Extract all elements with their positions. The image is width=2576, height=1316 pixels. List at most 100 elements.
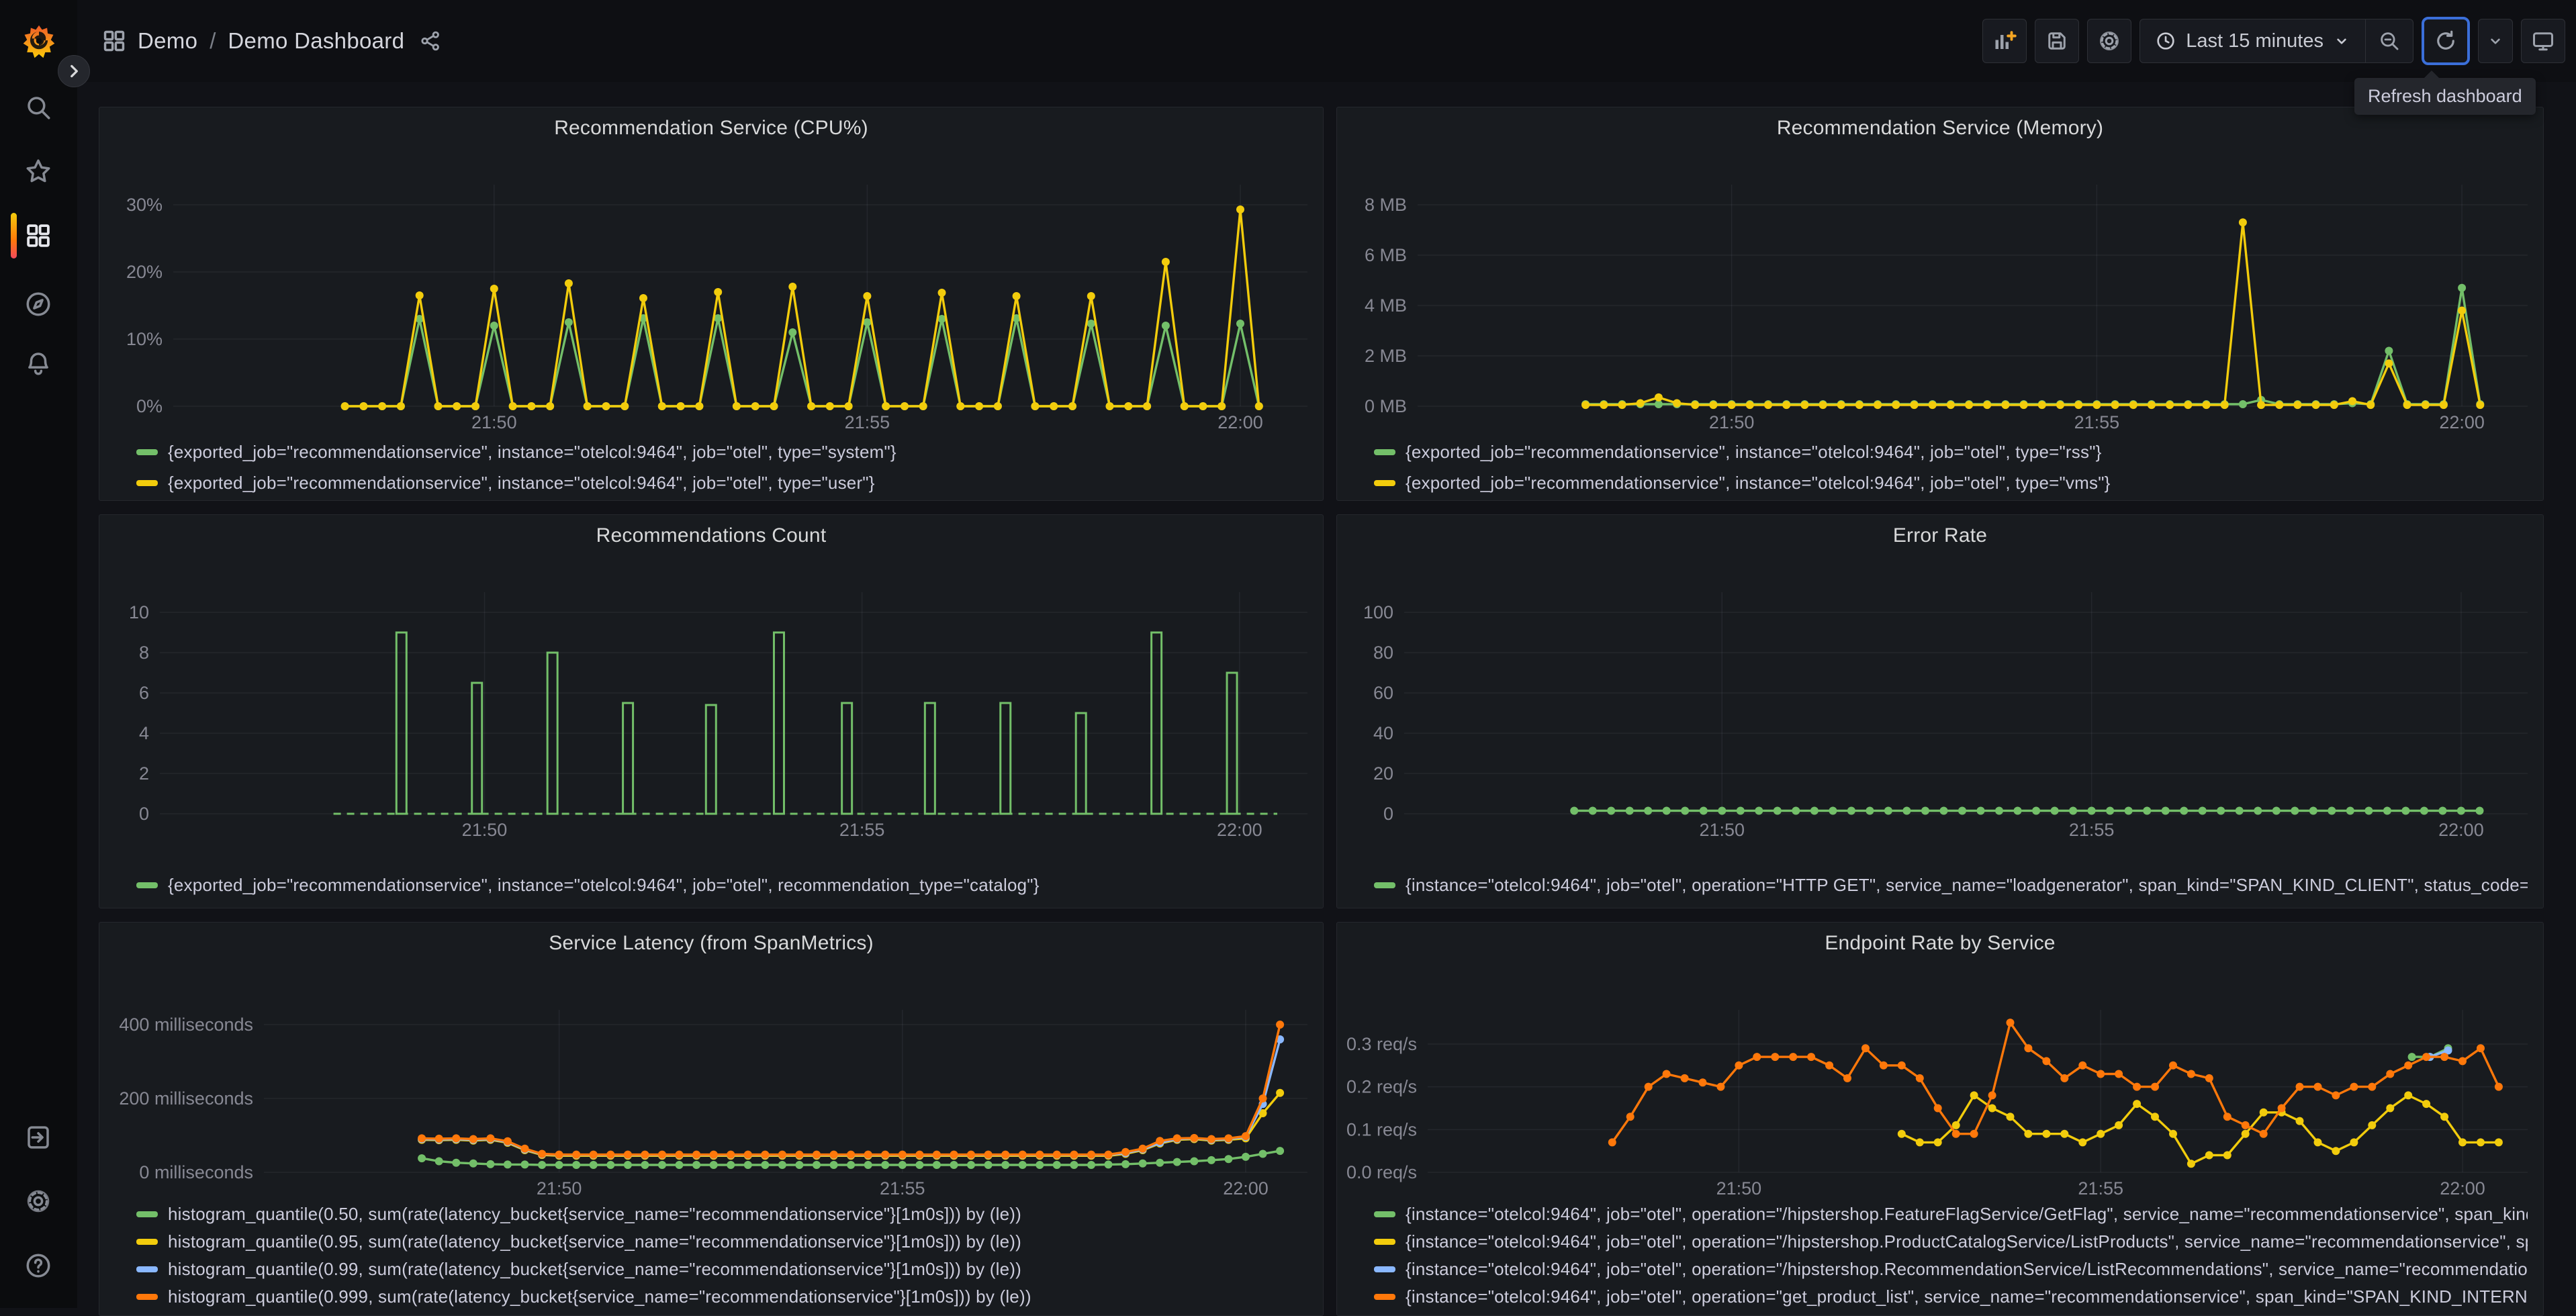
- time-range-label: Last 15 minutes: [2186, 30, 2324, 52]
- legend-item[interactable]: histogram_quantile(0.99, sum(rate(latenc…: [136, 1259, 1307, 1280]
- sidebar-item-dashboards[interactable]: [24, 222, 52, 250]
- svg-text:0: 0: [139, 804, 149, 824]
- legend-swatch: [1374, 449, 1395, 455]
- refresh-interval-button[interactable]: [2478, 19, 2513, 63]
- svg-text:6 MB: 6 MB: [1365, 245, 1407, 265]
- legend-item[interactable]: {exported_job="recommendationservice", i…: [1374, 473, 2528, 493]
- legend-swatch: [1374, 1294, 1395, 1300]
- legend-swatch: [1374, 480, 1395, 486]
- svg-text:60: 60: [1373, 683, 1393, 703]
- help-circle-icon: [26, 1254, 50, 1278]
- svg-text:22:00: 22:00: [1223, 1178, 1269, 1198]
- legend-item[interactable]: {exported_job="recommendationservice", i…: [136, 473, 1307, 493]
- star-icon: [26, 159, 50, 183]
- svg-text:4: 4: [139, 723, 149, 743]
- sidebar-item-sign-in[interactable]: [24, 1123, 52, 1152]
- legend-item[interactable]: {exported_job="recommendationservice", i…: [136, 875, 1307, 896]
- chevron-down-icon: [2491, 38, 2500, 44]
- legend-swatch: [136, 882, 158, 888]
- legend-label: histogram_quantile(0.95, sum(rate(latenc…: [168, 1231, 1022, 1252]
- panel-endpoint-rate: Endpoint Rate by Service 0.0 req/s 0.1 re…: [1336, 922, 2544, 1316]
- endpoint-rate-chart[interactable]: 0.0 req/s 0.1 req/s 0.2 req/s 0.3 req/s 21:5…: [1337, 923, 2544, 1316]
- refresh-dashboard-button[interactable]: [2422, 17, 2470, 65]
- legend-label: histogram_quantile(0.999, sum(rate(laten…: [168, 1286, 1031, 1307]
- dashboard-settings-button[interactable]: [2087, 19, 2132, 63]
- dashboard-settings-icon: [2100, 32, 2119, 50]
- sidebar-item-alerting[interactable]: [24, 349, 52, 377]
- legend-swatch: [1374, 1211, 1395, 1217]
- svg-text:0.3 req/s: 0.3 req/s: [1346, 1034, 1417, 1054]
- legend-label: {instance="otelcol:9464", job="otel", op…: [1406, 875, 2528, 895]
- chevron-right-icon: [71, 64, 78, 78]
- apps-grid-icon: [103, 30, 125, 52]
- svg-text:21:55: 21:55: [2074, 412, 2120, 432]
- legend-label: {exported_job="recommendationservice", i…: [168, 875, 1040, 895]
- legend-item[interactable]: histogram_quantile(0.95, sum(rate(latenc…: [136, 1231, 1307, 1252]
- legend-item[interactable]: {exported_job="recommendationservice", i…: [1374, 442, 2528, 463]
- svg-text:40: 40: [1373, 723, 1393, 743]
- svg-text:21:55: 21:55: [880, 1178, 925, 1198]
- legend-swatch: [136, 449, 158, 455]
- legend-item[interactable]: {instance="otelcol:9464", job="otel", op…: [1374, 1259, 2528, 1280]
- svg-text:8 MB: 8 MB: [1365, 195, 1407, 215]
- legend-item[interactable]: histogram_quantile(0.50, sum(rate(latenc…: [136, 1204, 1307, 1225]
- sidebar-item-explore[interactable]: [24, 290, 52, 318]
- settings-gear-icon: [27, 1190, 50, 1213]
- sidebar-item-starred[interactable]: [24, 157, 52, 185]
- legend-label: {instance="otelcol:9464", job="otel", op…: [1406, 1204, 2528, 1224]
- svg-text:0.0 req/s: 0.0 req/s: [1346, 1162, 1417, 1182]
- sidebar-item-help[interactable]: [24, 1252, 52, 1280]
- refresh-tooltip: Refresh dashboard: [2354, 70, 2536, 115]
- svg-text:2: 2: [139, 763, 149, 784]
- breadcrumb-page-title[interactable]: Demo Dashboard: [228, 28, 404, 54]
- save-dashboard-icon: [2048, 32, 2066, 50]
- kiosk-mode-button[interactable]: [2521, 19, 2565, 63]
- legend-item[interactable]: {exported_job="recommendationservice", i…: [136, 442, 1307, 463]
- legend-swatch: [136, 480, 158, 486]
- legend-label: {instance="otelcol:9464", job="otel", op…: [1406, 1286, 2528, 1307]
- share-alt-icon[interactable]: [419, 30, 442, 52]
- svg-text:21:50: 21:50: [537, 1178, 582, 1198]
- sidebar-expand-button[interactable]: [58, 55, 90, 87]
- refresh-icon: [2437, 30, 2454, 50]
- legend-label: {exported_job="recommendationservice", i…: [1406, 473, 2111, 493]
- legend-label: {exported_job="recommendationservice", i…: [168, 442, 896, 462]
- svg-text:21:55: 21:55: [2078, 1178, 2123, 1198]
- svg-text:21:55: 21:55: [845, 412, 890, 432]
- svg-text:100: 100: [1363, 602, 1393, 622]
- breadcrumb: Demo / Demo Dashboard: [101, 0, 442, 82]
- alerting-bell-icon: [28, 352, 48, 375]
- legend-item[interactable]: {instance="otelcol:9464", job="otel", op…: [1374, 1231, 2528, 1252]
- panel-error-rate: Error Rate 0 20 40 60 80 100 21:50 21:55 22:00 {…: [1336, 514, 2544, 908]
- svg-text:21:50: 21:50: [462, 820, 508, 840]
- sidebar-item-search[interactable]: [24, 93, 52, 122]
- save-dashboard-button[interactable]: [2035, 19, 2080, 63]
- sign-in-icon: [28, 1126, 49, 1149]
- svg-text:22:00: 22:00: [2439, 412, 2485, 432]
- time-picker: Last 15 minutes: [2140, 19, 2413, 63]
- svg-text:21:50: 21:50: [1709, 412, 1755, 432]
- sidebar-item-settings[interactable]: [24, 1187, 52, 1215]
- svg-text:0: 0: [1383, 804, 1393, 824]
- legend-item[interactable]: {instance="otelcol:9464", job="otel", op…: [1374, 1286, 2528, 1307]
- legend-item[interactable]: histogram_quantile(0.999, sum(rate(laten…: [136, 1286, 1307, 1307]
- legend-item[interactable]: {instance="otelcol:9464", job="otel", op…: [1374, 875, 2528, 896]
- breadcrumb-section[interactable]: Demo: [138, 28, 197, 54]
- svg-text:21:50: 21:50: [1716, 1178, 1762, 1198]
- svg-text:10: 10: [129, 602, 149, 622]
- legend-item[interactable]: {instance="otelcol:9464", job="otel", op…: [1374, 1204, 2528, 1225]
- recommendations-count-chart[interactable]: 0 2 4 6 8 10 21:50 21:55 22:00: [99, 515, 1324, 908]
- top-nav: Demo / Demo Dashboard Last 15 minutes: [77, 0, 2576, 82]
- add-panel-button[interactable]: [1982, 19, 2027, 63]
- error-rate-chart[interactable]: 0 20 40 60 80 100 21:50 21:55 22:00: [1337, 515, 2544, 908]
- legend-swatch: [136, 1294, 158, 1300]
- svg-text:200 milliseconds: 200 milliseconds: [119, 1088, 253, 1109]
- dashboards-grid-icon: [27, 224, 50, 247]
- service-latency-chart[interactable]: 0 milliseconds 200 milliseconds 400 millis…: [99, 923, 1324, 1316]
- svg-text:30%: 30%: [126, 195, 163, 215]
- grafana-logo[interactable]: [20, 23, 58, 60]
- svg-text:400 milliseconds: 400 milliseconds: [119, 1015, 253, 1035]
- panel-recommendations-count: Recommendations Count 0 2 4 6 8 10 21:50 21:55 2…: [99, 514, 1324, 908]
- time-range-button[interactable]: Last 15 minutes: [2140, 30, 2365, 52]
- zoom-out-button[interactable]: [2366, 19, 2413, 62]
